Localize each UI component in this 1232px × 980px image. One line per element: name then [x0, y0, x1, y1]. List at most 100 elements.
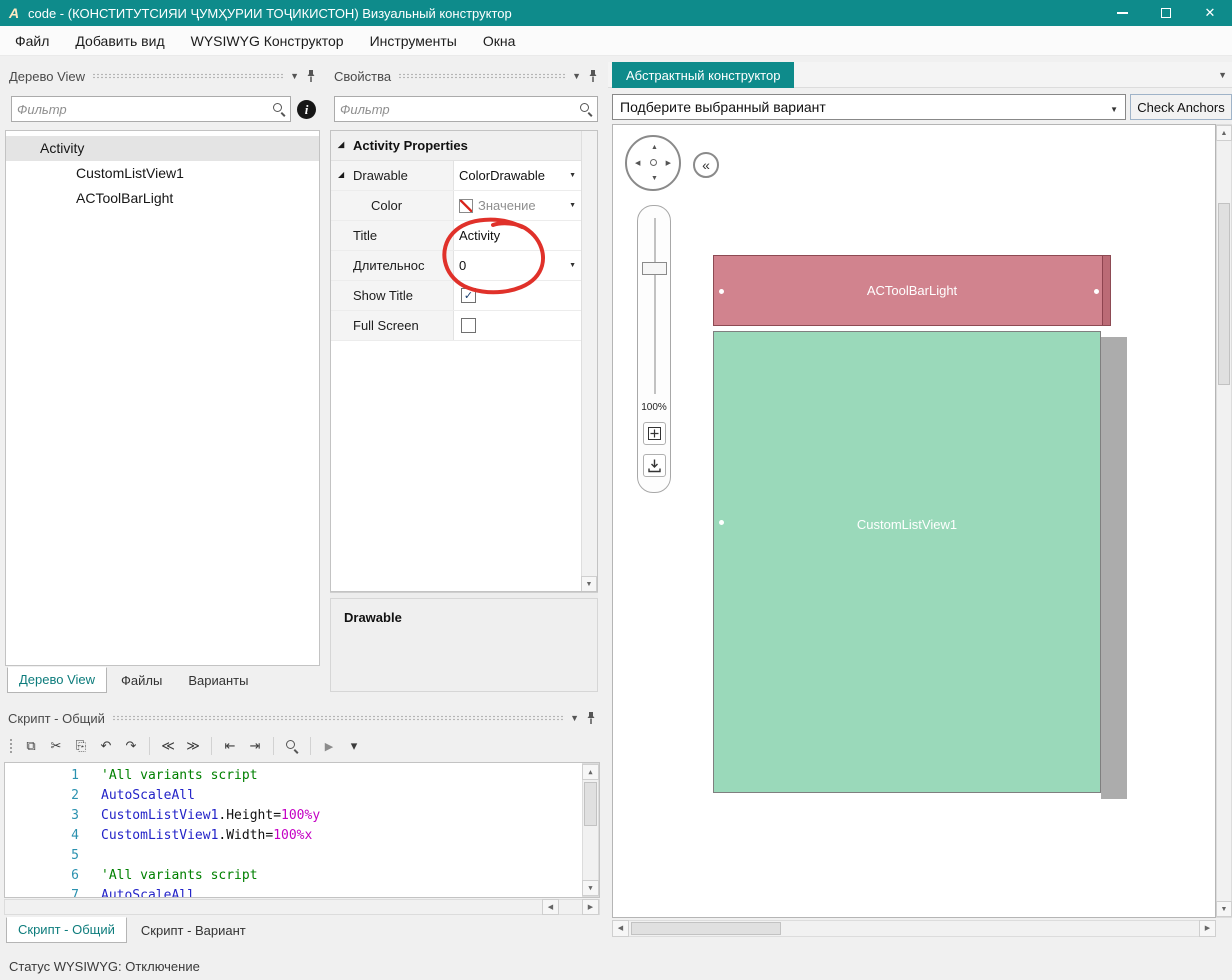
- pan-center-icon[interactable]: [650, 159, 657, 166]
- tree-filter-input[interactable]: [12, 102, 272, 117]
- pan-control[interactable]: ▲ ▼ ◀ ▶: [625, 135, 681, 191]
- designer-canvas[interactable]: ▲ ▼ ◀ ▶ « 100% CustomListView1 ACTo: [612, 124, 1216, 918]
- designer-vertical-scrollbar[interactable]: ▲ ▼: [1216, 124, 1232, 918]
- expander-icon[interactable]: ◢: [338, 141, 344, 149]
- search-icon[interactable]: [579, 102, 593, 116]
- scrollbar-thumb[interactable]: [631, 922, 781, 935]
- scroll-left-icon[interactable]: ◀: [542, 899, 559, 915]
- scroll-down-icon[interactable]: ▼: [582, 880, 599, 896]
- code-horizontal-scrollbar[interactable]: ◀ ▶: [4, 899, 600, 915]
- maximize-button[interactable]: [1144, 0, 1188, 26]
- tab-abstract-designer[interactable]: Абстрактный конструктор: [612, 62, 794, 88]
- dropdown-arrow-icon[interactable]: ▼: [569, 172, 576, 179]
- menu-item[interactable]: Добавить вид: [62, 26, 177, 55]
- property-value[interactable]: ✓: [454, 281, 581, 310]
- run-icon[interactable]: ▶: [318, 735, 340, 757]
- preview-customlistview[interactable]: CustomListView1: [713, 331, 1101, 793]
- properties-scrollbar[interactable]: ▼: [581, 131, 597, 591]
- pin-icon[interactable]: [306, 69, 316, 83]
- code-editor[interactable]: 1'All variants script2AutoScaleAll3Custo…: [4, 762, 600, 898]
- check-anchors-button[interactable]: Check Anchors: [1130, 94, 1232, 120]
- code-text[interactable]: [79, 846, 101, 866]
- tab[interactable]: Варианты: [176, 668, 260, 693]
- scroll-right-icon[interactable]: ▶: [582, 899, 599, 915]
- pan-right-icon[interactable]: ▶: [666, 160, 671, 167]
- scroll-down-icon[interactable]: ▼: [1216, 901, 1232, 917]
- indent-icon[interactable]: ⇥: [244, 735, 266, 757]
- chevron-down-icon[interactable]: ▼: [572, 72, 581, 81]
- close-button[interactable]: ✕: [1188, 0, 1232, 26]
- anchor-handle-dot[interactable]: [719, 289, 724, 294]
- outdent-icon[interactable]: ⇤: [219, 735, 241, 757]
- scrollbar-thumb[interactable]: [1218, 203, 1230, 385]
- menu-item[interactable]: Окна: [470, 26, 529, 55]
- anchor-handle-dot[interactable]: [1094, 289, 1099, 294]
- menu-item[interactable]: Инструменты: [357, 26, 470, 55]
- comment-icon[interactable]: ≫: [182, 735, 204, 757]
- fit-to-screen-button[interactable]: [643, 422, 666, 445]
- pin-icon[interactable]: [588, 69, 598, 83]
- uncomment-icon[interactable]: ≪: [157, 735, 179, 757]
- preview-actoolbarlight[interactable]: ACToolBarLight: [713, 255, 1111, 326]
- property-value[interactable]: ColorDrawable▼: [454, 161, 581, 190]
- tab[interactable]: Файлы: [109, 668, 174, 693]
- scroll-down-icon[interactable]: ▼: [581, 576, 597, 592]
- chevron-down-icon[interactable]: ▼: [1110, 105, 1118, 114]
- scrollbar-thumb[interactable]: [584, 782, 597, 826]
- property-value[interactable]: [454, 311, 581, 340]
- info-icon[interactable]: [297, 100, 316, 119]
- redo-icon[interactable]: ↷: [120, 735, 142, 757]
- tree-item[interactable]: ACToolBarLight: [6, 186, 319, 211]
- properties-filter-input[interactable]: [335, 102, 579, 117]
- expander-icon[interactable]: ◢: [338, 171, 344, 179]
- checkbox[interactable]: ✓: [461, 288, 476, 303]
- scroll-right-icon[interactable]: ▶: [1199, 920, 1216, 937]
- designer-horizontal-scrollbar[interactable]: ◀ ▶: [612, 920, 1216, 937]
- tab[interactable]: Скрипт - Вариант: [129, 918, 258, 943]
- code-text[interactable]: AutoScaleAll: [79, 786, 195, 806]
- zoom-slider-thumb[interactable]: [642, 262, 667, 275]
- property-value[interactable]: Activity: [454, 221, 581, 250]
- chevron-down-icon[interactable]: ▼: [570, 714, 579, 723]
- code-text[interactable]: CustomListView1.Height=100%y: [79, 806, 320, 826]
- scroll-up-icon[interactable]: ▲: [582, 764, 599, 780]
- search-icon[interactable]: [281, 735, 303, 757]
- pan-up-icon[interactable]: ▲: [651, 144, 658, 151]
- code-vertical-scrollbar[interactable]: ▲ ▼: [582, 763, 599, 897]
- tab-overflow-icon[interactable]: ▼: [1218, 70, 1227, 80]
- search-icon[interactable]: [272, 102, 286, 116]
- pan-down-icon[interactable]: ▼: [651, 175, 658, 182]
- pin-icon[interactable]: [586, 711, 596, 725]
- code-text[interactable]: AutoScaleAll: [79, 886, 195, 897]
- menu-item[interactable]: Файл: [2, 26, 62, 55]
- zoom-slider-track[interactable]: [654, 218, 656, 394]
- property-value[interactable]: 0▼: [454, 251, 581, 280]
- scroll-up-icon[interactable]: ▲: [1216, 125, 1232, 141]
- code-text[interactable]: 'All variants script: [79, 866, 258, 886]
- minimize-button[interactable]: [1100, 0, 1144, 26]
- pan-left-icon[interactable]: ◀: [635, 160, 640, 167]
- dropdown-arrow-icon[interactable]: ▼: [569, 202, 576, 209]
- copy-icon[interactable]: ⧉: [20, 735, 42, 757]
- import-layout-button[interactable]: [643, 454, 666, 477]
- chevron-down-icon[interactable]: ▼: [290, 72, 299, 81]
- undo-icon[interactable]: ↶: [95, 735, 117, 757]
- checkbox[interactable]: [461, 318, 476, 333]
- collapse-tools-button[interactable]: «: [693, 152, 719, 178]
- anchor-handle-dot[interactable]: [719, 520, 724, 525]
- variant-combobox[interactable]: Подберите выбранный вариант ▼: [612, 94, 1126, 120]
- code-text[interactable]: 'All variants script: [79, 766, 258, 786]
- cut-icon[interactable]: ✂: [45, 735, 67, 757]
- more-icon[interactable]: ▾: [343, 735, 365, 757]
- property-value[interactable]: Значение▼: [454, 191, 581, 220]
- menu-item[interactable]: WYSIWYG Конструктор: [178, 26, 357, 55]
- dropdown-arrow-icon[interactable]: ▼: [569, 262, 576, 269]
- scroll-left-icon[interactable]: ◀: [612, 920, 629, 937]
- tree-item[interactable]: Activity: [6, 136, 319, 161]
- tab[interactable]: Дерево View: [7, 667, 107, 693]
- property-group-header[interactable]: ◢ Activity Properties: [331, 131, 581, 161]
- paste-icon[interactable]: ⎘: [70, 735, 92, 757]
- code-text[interactable]: CustomListView1.Width=100%x: [79, 826, 312, 846]
- tab[interactable]: Скрипт - Общий: [6, 917, 127, 943]
- tree-item[interactable]: CustomListView1: [6, 161, 319, 186]
